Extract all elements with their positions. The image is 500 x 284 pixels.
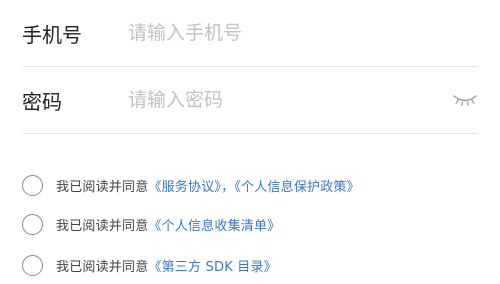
password-row: 密码 [22,67,478,133]
eye-closed-icon[interactable] [452,92,478,108]
privacy-policy-link[interactable]: 《个人信息保护政策》 [234,180,360,195]
agreement-text: 我已阅读并同意《个人信息收集清单》 [56,215,280,234]
agreement-text: 我已阅读并同意《服务协议》，《个人信息保护政策》 [56,176,360,195]
agreement-radio[interactable] [22,174,43,196]
agreement-sdk-list: 我已阅读并同意《第三方 SDK 目录》 [22,251,478,279]
password-input[interactable] [128,85,452,115]
agreement-prefix: 我已阅读并同意 [56,218,149,234]
divider [22,133,478,134]
phone-input[interactable] [128,18,478,48]
agreement-radio[interactable] [22,254,43,276]
phone-row: 手机号 [22,0,478,66]
agreement-info-collection: 我已阅读并同意《个人信息收集清单》 [22,210,478,238]
phone-label: 手机号 [22,22,82,47]
agreement-radio[interactable] [22,213,43,235]
password-label: 密码 [22,89,62,114]
agreement-separator: ， [221,179,235,195]
agreement-prefix: 我已阅读并同意 [56,179,149,195]
agreement-prefix: 我已阅读并同意 [56,259,149,275]
service-agreement-link[interactable]: 《服务协议》 [148,180,221,195]
info-collection-list-link[interactable]: 《个人信息收集清单》 [148,219,280,234]
agreement-text: 我已阅读并同意《第三方 SDK 目录》 [56,256,277,275]
third-party-sdk-link[interactable]: 《第三方 SDK 目录》 [148,260,276,275]
agreement-service-privacy: 我已阅读并同意《服务协议》，《个人信息保护政策》 [22,171,478,199]
